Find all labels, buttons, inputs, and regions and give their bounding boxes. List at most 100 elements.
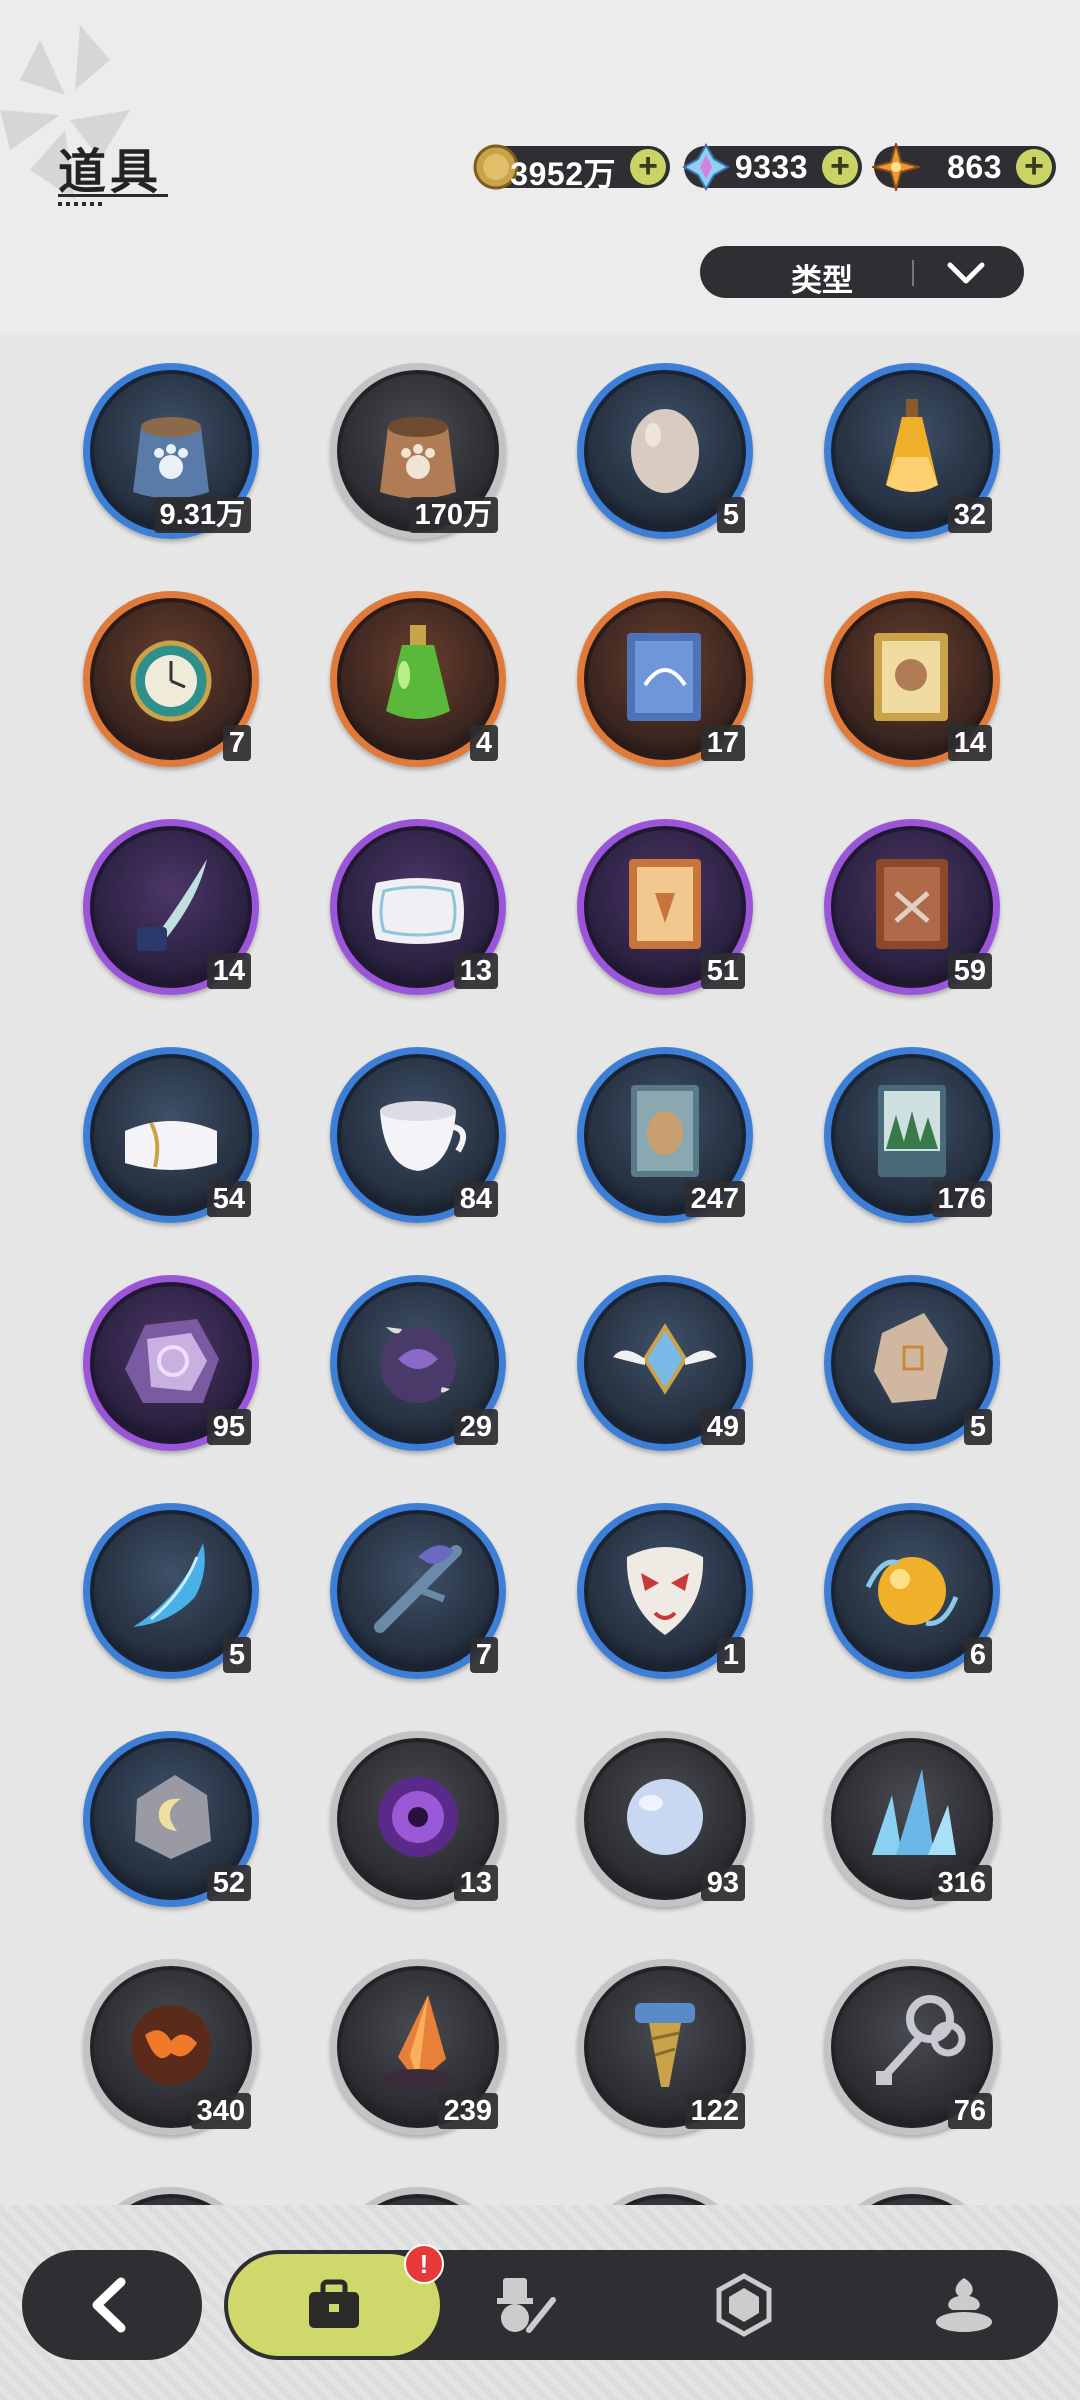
item-count: 93: [700, 1865, 745, 1901]
item-slot[interactable]: 7: [83, 591, 259, 767]
filter-label: 类型: [791, 263, 853, 298]
pocket-watch-icon: [130, 640, 212, 722]
item-slot[interactable]: 59: [824, 819, 1000, 995]
item-slot[interactable]: 76: [824, 1959, 1000, 2135]
item-slot[interactable]: 93: [577, 1731, 753, 1907]
item-count: 54: [206, 1181, 251, 1217]
item-slot[interactable]: 239: [330, 1959, 506, 2135]
add-gold-button[interactable]: +: [630, 149, 666, 185]
item-count: 13: [453, 953, 498, 989]
item-slot[interactable]: 51: [577, 819, 753, 995]
item-slot[interactable]: 32: [824, 363, 1000, 539]
tab-bar: !: [224, 2244, 1058, 2360]
item-slot[interactable]: 316: [824, 1731, 1000, 1907]
bag-icon: [309, 2279, 359, 2328]
item-slot[interactable]: 13: [330, 819, 506, 995]
lava-rock-icon: [131, 2005, 211, 2085]
add-star-button[interactable]: +: [1016, 149, 1052, 185]
item-slot[interactable]: 170万: [330, 363, 506, 539]
item-slot[interactable]: 5: [83, 1503, 259, 1679]
item-count: 95: [206, 1409, 251, 1445]
item-count: 4: [469, 725, 498, 761]
item-count: 340: [190, 2093, 251, 2129]
purple-ore-icon: [125, 1319, 219, 1403]
chevron-left-icon: [92, 2277, 126, 2333]
screw-icon: [635, 2003, 695, 2087]
currency-gold: 3952万 +: [473, 144, 670, 192]
item-count: 1: [716, 1637, 745, 1673]
item-count: 170万: [408, 497, 498, 533]
item-slot[interactable]: 14: [83, 819, 259, 995]
item-slot[interactable]: 6: [824, 1503, 1000, 1679]
item-slot[interactable]: 13: [330, 1731, 506, 1907]
item-count: 7: [222, 725, 251, 761]
item-count: 239: [437, 2093, 498, 2129]
item-slot-partial[interactable]: [577, 2187, 753, 2205]
item-slot[interactable]: 122: [577, 1959, 753, 2135]
top-header: 道具 3952万 + 9333 + 863 + 类型: [0, 0, 1080, 335]
brown-book-icon: [876, 859, 948, 949]
item-count: 14: [947, 725, 992, 761]
item-count: 316: [931, 1865, 992, 1901]
item-count: 13: [453, 1865, 498, 1901]
item-slot[interactable]: 7: [330, 1503, 506, 1679]
item-count: 5: [222, 1637, 251, 1673]
green-potion-icon: [386, 625, 450, 719]
item-count: 29: [453, 1409, 498, 1445]
item-slot[interactable]: 14: [824, 591, 1000, 767]
item-count: 6: [963, 1637, 992, 1673]
item-slot-partial[interactable]: [83, 2187, 259, 2205]
item-count: 17: [700, 725, 745, 761]
branch-icon: [374, 1545, 462, 1633]
item-slot-partial[interactable]: [824, 2187, 1000, 2205]
seed-card-icon: [631, 1085, 699, 1177]
item-slot[interactable]: 17: [577, 591, 753, 767]
item-count: 7: [469, 1637, 498, 1673]
tab-items[interactable]: !: [228, 2244, 444, 2356]
item-slot[interactable]: 247: [577, 1047, 753, 1223]
bottom-nav: !: [0, 2205, 1080, 2400]
hat-sword-icon: [497, 2278, 556, 2333]
item-count: 84: [453, 1181, 498, 1217]
title-underline: [58, 194, 168, 197]
pillow-icon: [372, 878, 464, 944]
add-crystal-button[interactable]: +: [822, 149, 858, 185]
rune-stone-icon: [874, 1313, 948, 1403]
item-frame: [330, 2187, 506, 2205]
item-slot[interactable]: 176: [824, 1047, 1000, 1223]
teacup-icon: [380, 1101, 467, 1171]
item-slot-partial[interactable]: [330, 2187, 506, 2205]
tab-crystals[interactable]: [709, 2270, 779, 2340]
back-button[interactable]: [22, 2250, 202, 2360]
void-core-icon: [378, 1777, 458, 1857]
item-slot[interactable]: 9.31万: [83, 363, 259, 539]
item-slot[interactable]: 95: [83, 1275, 259, 1451]
page-title: 道具: [58, 146, 163, 199]
item-slot[interactable]: 4: [330, 591, 506, 767]
item-count: 52: [206, 1865, 251, 1901]
item-slot[interactable]: 52: [83, 1731, 259, 1907]
item-slot[interactable]: 1: [577, 1503, 753, 1679]
item-slot[interactable]: 84: [330, 1047, 506, 1223]
item-slot[interactable]: 5: [577, 363, 753, 539]
star-shard-icon: [872, 143, 920, 191]
type-filter-dropdown[interactable]: 类型: [700, 246, 1024, 298]
item-count: 59: [947, 953, 992, 989]
item-count: 176: [931, 1181, 992, 1217]
cake-icon: [936, 2278, 992, 2332]
ice-crystals-icon: [872, 1769, 956, 1855]
item-slot[interactable]: 29: [330, 1275, 506, 1451]
item-slot[interactable]: 49: [577, 1275, 753, 1451]
title-dots: [58, 202, 106, 206]
item-frame: [824, 2187, 1000, 2205]
tab-food[interactable]: [929, 2270, 999, 2340]
item-slot[interactable]: 340: [83, 1959, 259, 2135]
item-slot[interactable]: 5: [824, 1275, 1000, 1451]
fire-crystal-icon: [384, 1995, 452, 2089]
item-slot[interactable]: 54: [83, 1047, 259, 1223]
paw-food-bag-blue-icon: [133, 417, 209, 499]
egg-icon: [631, 409, 699, 493]
tab-equipment[interactable]: [489, 2270, 559, 2340]
potion-vial-icon: [886, 399, 938, 492]
quill-ink-icon: [137, 859, 207, 951]
